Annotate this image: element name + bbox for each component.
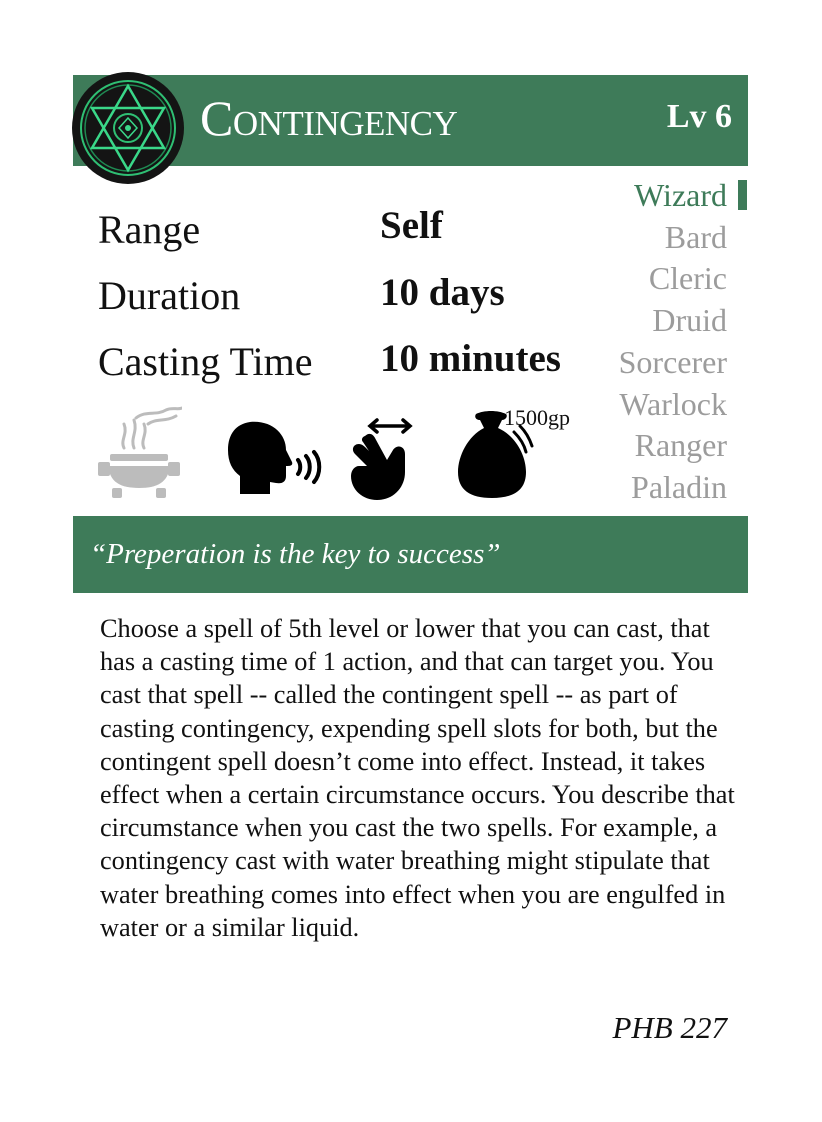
class-item-sorcerer: Sorcerer bbox=[618, 343, 727, 380]
material-cost: 1500gp bbox=[504, 405, 570, 430]
class-item-bard: Bard bbox=[664, 218, 727, 255]
range-value: Self bbox=[380, 204, 443, 247]
spell-description: Choose a spell of 5th level or lower tha… bbox=[100, 614, 735, 942]
casting-time-value: 10 minutes bbox=[380, 337, 561, 380]
school-emblem bbox=[72, 72, 184, 184]
class-item-ranger: Ranger bbox=[634, 427, 727, 464]
range-label: Range bbox=[98, 207, 201, 252]
duration-value: 10 days bbox=[380, 271, 505, 314]
class-item-wizard: Wizard bbox=[634, 177, 727, 213]
spell-level: Lv 6 bbox=[666, 98, 732, 135]
spell-title: Contingency bbox=[200, 90, 458, 146]
casting-time-label: Casting Time bbox=[98, 339, 313, 384]
class-item-warlock: Warlock bbox=[619, 385, 727, 422]
active-class-marker bbox=[738, 180, 747, 210]
verbal-speaking-head-icon bbox=[228, 421, 322, 494]
class-item-cleric: Cleric bbox=[648, 260, 727, 297]
hexagram-sigil-icon bbox=[74, 74, 182, 182]
duration-label: Duration bbox=[98, 273, 241, 318]
ritual-brazier-icon bbox=[98, 406, 182, 498]
flavor-quote: “Preperation is the key to success” bbox=[90, 538, 501, 570]
somatic-hand-icon bbox=[351, 418, 413, 500]
class-list: Wizard Bard Cleric Druid Sorcerer Warloc… bbox=[619, 175, 727, 509]
class-item-druid: Druid bbox=[652, 302, 727, 339]
source-reference: PHB 227 bbox=[612, 1010, 727, 1045]
class-item-paladin: Paladin bbox=[631, 468, 727, 505]
